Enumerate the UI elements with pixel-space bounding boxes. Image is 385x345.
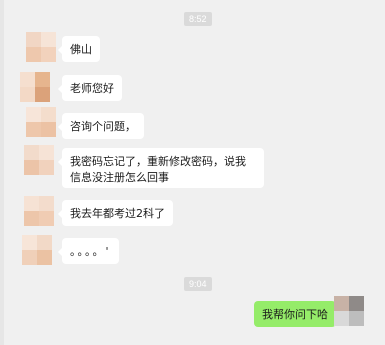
message-bubble-6[interactable]: 。。。。' <box>58 238 119 264</box>
timestamp-2: 9:04 <box>184 277 212 291</box>
message-bubble-5[interactable]: 我去年都考过2科了 <box>58 200 173 226</box>
avatar-icon[interactable] <box>26 107 56 137</box>
timestamp-1: 8:52 <box>184 12 212 26</box>
message-bubble-4[interactable]: 我密码忘记了，重新修改密码，说我信息没注册怎么回事 <box>58 148 264 188</box>
avatar-icon[interactable] <box>24 145 54 175</box>
avatar-icon[interactable] <box>20 72 50 102</box>
avatar-icon[interactable] <box>22 235 52 265</box>
message-bubble-2[interactable]: 老师您好 <box>58 75 122 101</box>
avatar-icon[interactable] <box>26 32 56 62</box>
scroll-edge <box>0 0 4 345</box>
message-bubble-1[interactable]: 佛山 <box>58 36 100 62</box>
avatar-icon[interactable] <box>24 196 54 226</box>
chat-window: 8:52 佛山 老师您好 咨询个问题， 我密码忘记了，重新修改密码，说我信息没注… <box>0 0 385 345</box>
message-bubble-outgoing[interactable]: 我帮你问下哈 <box>254 301 340 327</box>
my-avatar-icon[interactable] <box>334 296 364 326</box>
message-bubble-3[interactable]: 咨询个问题， <box>58 113 144 139</box>
